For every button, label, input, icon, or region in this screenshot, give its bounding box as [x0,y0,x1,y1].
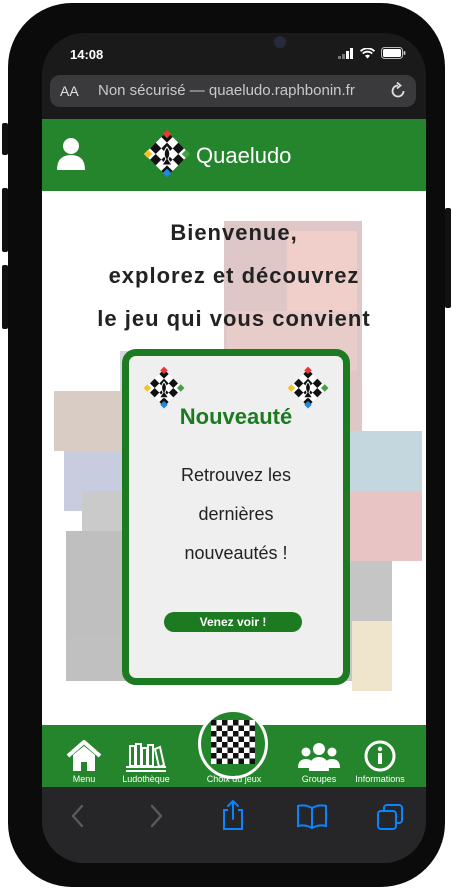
nav-item-ludotheque[interactable]: Ludothèque [116,740,176,784]
back-icon[interactable] [68,803,88,829]
welcome-heading: Bienvenue, explorez et découvrez le jeu … [42,211,426,340]
user-icon[interactable] [56,137,86,171]
share-icon[interactable] [220,799,246,831]
forward-icon[interactable] [146,803,166,829]
card-description: Retrouvez les dernières nouveautés ! [129,456,343,573]
browser-toolbar [42,787,426,863]
mute-switch [2,123,8,155]
power-button [445,208,451,308]
reload-icon[interactable] [388,81,408,101]
site-header: Quaeludo [42,119,426,191]
nav-label-choix-du-jeux: Choix du jeux [206,774,262,784]
phone-screen: 14:08 AA Non sécurisé — quaeludo.raphbon… [42,33,426,863]
choix-du-jeux-button[interactable] [198,709,268,779]
nav-item-groupes[interactable]: Groupes [294,742,344,784]
nav-label-ludotheque: Ludothèque [122,774,170,784]
group-icon [298,743,340,771]
home-icon [66,740,102,771]
brand-name[interactable]: Quaeludo [196,143,291,169]
volume-up-button [2,188,8,252]
address-bar[interactable]: AA Non sécurisé — quaeludo.raphbonin.fr [50,75,416,107]
library-icon [126,743,166,772]
wifi-icon [360,47,375,58]
tabs-icon[interactable] [376,803,404,831]
url-text[interactable]: Non sécurisé — quaeludo.raphbonin.fr [98,82,388,99]
welcome-line-2: explorez et découvrez [108,263,360,288]
logo-icon[interactable] [142,129,192,179]
welcome-line-3: le jeu qui vous convient [97,306,371,331]
phone-frame: 14:08 AA Non sécurisé — quaeludo.raphbon… [2,3,451,887]
nav-label-informations: Informations [355,774,405,784]
card-title: Nouveauté [179,404,293,429]
battery-icon [381,47,406,59]
welcome-line-1: Bienvenue, [170,220,298,245]
web-page: Quaeludo Bienvenue, explorez et découvre… [42,119,426,787]
text-size-button[interactable]: AA [60,83,79,99]
bookmarks-icon[interactable] [296,803,328,829]
status-icons [338,47,406,59]
card-desc-line-1: Retrouvez les [180,465,292,485]
status-time: 14:08 [70,47,104,62]
card-desc-line-2: dernières [198,504,274,524]
signal-icon [338,47,353,59]
front-camera [274,36,286,48]
volume-down-button [2,265,8,329]
bottom-nav: Menu Ludothèque Choix du jeux Groupes In… [42,709,426,787]
venez-voir-button[interactable]: Venez voir ! [164,612,302,632]
info-icon [364,740,396,772]
nav-label-menu: Menu [72,774,96,784]
nav-item-informations[interactable]: Informations [348,740,412,784]
chessboard-icon [211,720,255,764]
card-desc-line-3: nouveautés ! [184,543,288,563]
new-games-card: Nouveauté Retrouvez les dernières nouvea… [122,349,350,685]
nav-item-menu[interactable]: Menu [62,740,106,784]
nav-item-choix-du-jeux[interactable]: Choix du jeux [194,774,274,784]
status-bar: 14:08 [42,33,426,73]
nav-label-groupes: Groupes [301,774,337,784]
